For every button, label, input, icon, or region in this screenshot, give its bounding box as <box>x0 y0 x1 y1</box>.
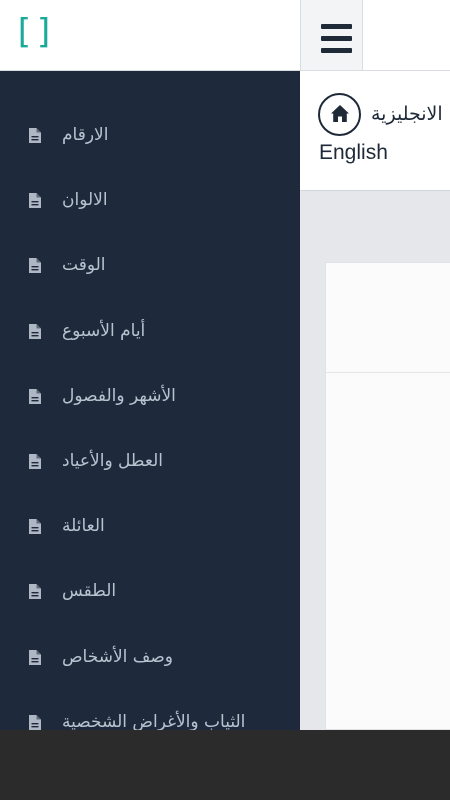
drawer-menu-item-label: الأشهر والفصول <box>62 385 176 406</box>
page-title-english: English <box>319 141 388 164</box>
drawer-menu-item-label: الطقس <box>62 581 117 602</box>
drawer-menu-list: الارقام الالوان الوقت أيام الأسبوع الأشهر وا… <box>0 71 300 730</box>
document-icon <box>29 388 41 404</box>
drawer-menu-item[interactable]: الوقت <box>0 246 300 286</box>
system-navigation-bar <box>0 730 450 800</box>
drawer-menu-item-label: العائلة <box>62 516 105 537</box>
home-button[interactable] <box>318 93 361 136</box>
card-divider <box>325 372 450 373</box>
document-icon <box>29 649 41 665</box>
drawer-menu-item-label: أيام الأسبوع <box>62 320 146 341</box>
drawer-menu-item-label: الثياب والأغراض الشخصية <box>62 711 246 730</box>
drawer-menu-item[interactable]: أيام الأسبوع <box>0 312 300 352</box>
home-icon <box>331 105 349 122</box>
navigation-drawer: [] الارقام الالوان الوقت أيام الأسبوع الأشهر… <box>0 0 300 730</box>
app-logo: [] <box>13 12 56 52</box>
drawer-menu-item[interactable]: الارقام <box>0 116 300 156</box>
drawer-menu-item-label: وصف الأشخاص <box>62 646 174 667</box>
document-icon <box>29 714 41 730</box>
document-icon <box>29 128 41 143</box>
document-icon <box>29 258 41 274</box>
drawer-menu-item[interactable]: الأشهر والفصول <box>0 377 300 417</box>
page-header: الانجليزية English <box>300 71 450 191</box>
app-screen: الانجليزية English [] الارقام الالوان الوق… <box>0 0 450 800</box>
drawer-menu-item[interactable]: الثياب والأغراض الشخصية <box>0 703 300 730</box>
document-icon <box>29 193 41 209</box>
document-icon <box>29 584 41 600</box>
menu-toggle-button[interactable] <box>300 0 363 70</box>
drawer-menu-item-label: الارقام <box>62 125 109 145</box>
content-card <box>325 262 450 730</box>
drawer-menu-item[interactable]: الطقس <box>0 572 300 612</box>
page-title-arabic: الانجليزية <box>371 103 443 125</box>
drawer-menu-item-label: العطل والأعياد <box>62 451 163 471</box>
drawer-menu-item[interactable]: العائلة <box>0 507 300 547</box>
top-bar <box>300 0 450 71</box>
drawer-menu-item[interactable]: العطل والأعياد <box>0 442 300 482</box>
document-icon <box>29 519 41 535</box>
drawer-menu-item-label: الالوان <box>62 190 108 211</box>
hamburger-icon <box>321 24 352 29</box>
document-icon <box>29 454 41 469</box>
drawer-menu-item-label: الوقت <box>62 255 106 276</box>
document-icon <box>29 323 41 339</box>
drawer-header: [] <box>0 0 300 71</box>
drawer-menu-item[interactable]: وصف الأشخاص <box>0 638 300 678</box>
drawer-menu-item[interactable]: الالوان <box>0 181 300 221</box>
